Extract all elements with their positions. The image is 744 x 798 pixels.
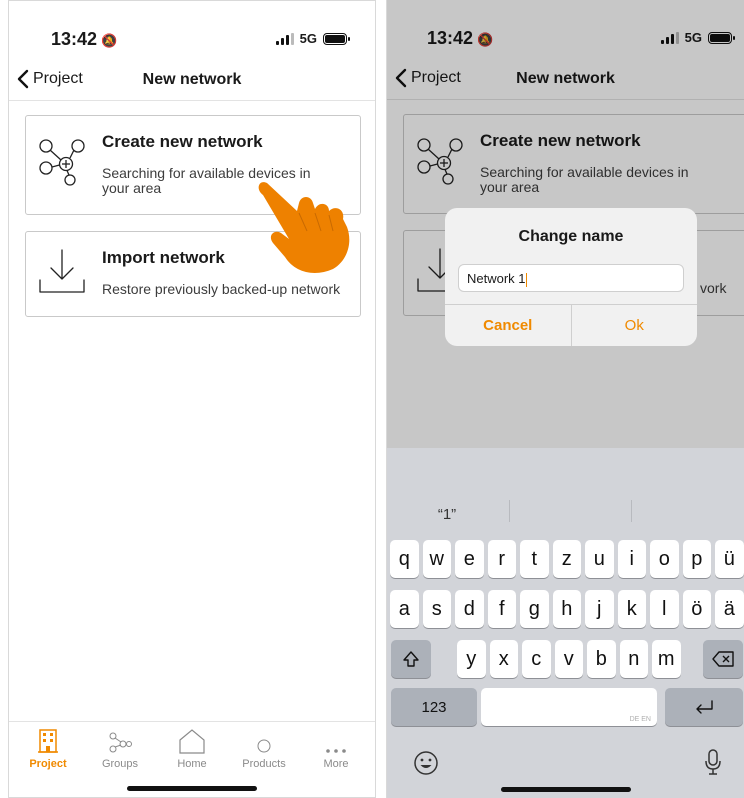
change-name-dialog: Change name Network 1 Cancel Ok [445,208,697,346]
text-caret [525,272,527,287]
return-key[interactable] [665,688,743,726]
circle-icon [257,739,271,753]
tab-project-label: Project [29,758,67,770]
tab-more-label: More [323,758,349,770]
silent-bell-icon: 🔕 [101,33,118,48]
key-v[interactable]: v [554,640,583,678]
key-q[interactable]: q [390,540,419,578]
suggestion-divider [509,500,510,522]
key-n[interactable]: n [619,640,648,678]
import-network-subtitle: Restore previously backed-up network [102,281,341,297]
suggestion-item[interactable]: “1” [387,506,507,523]
shift-key[interactable] [391,640,431,678]
phone-screen-new-network: 13:42 🔕 5G Project New network Create ne… [8,0,376,798]
key-k[interactable]: k [617,590,646,628]
emoji-icon [414,751,438,775]
key-t[interactable]: t [520,540,549,578]
key-p[interactable]: p [682,540,711,578]
key-ä[interactable]: ä [715,590,744,628]
key-ö[interactable]: ö [682,590,711,628]
key-i[interactable]: i [617,540,646,578]
tab-products-label: Products [242,758,286,770]
more-icon [326,749,346,753]
onscreen-keyboard: “1” qwertzuiopü asdfghjklöä yxcvbnm 123 … [387,448,744,798]
key-r[interactable]: r [487,540,516,578]
return-icon [696,700,713,714]
signal-icon [275,32,294,45]
key-o[interactable]: o [650,540,679,578]
key-f[interactable]: f [487,590,516,628]
page-title: New network [142,71,242,88]
tab-project[interactable]: Project [13,726,83,770]
download-tray-icon [39,249,85,293]
cancel-button[interactable]: Cancel [445,305,572,346]
key-e[interactable]: e [455,540,484,578]
key-z[interactable]: z [552,540,581,578]
backspace-icon [712,651,734,667]
suggestion-bar: “1” [387,448,744,523]
key-s[interactable]: s [422,590,451,628]
key-l[interactable]: l [650,590,679,628]
dialog-buttons: Cancel Ok [445,304,697,346]
key-x[interactable]: x [489,640,518,678]
key-h[interactable]: h [552,590,581,628]
tab-home[interactable]: Home [157,726,227,770]
phone-screen-rename-dialog: 13:42 🔕 5G Project New network Create ne… [386,0,744,798]
network-name-value: Network 1 [467,271,526,286]
tap-hand-icon [258,182,350,273]
emoji-button[interactable] [413,750,439,781]
dictation-button[interactable] [703,748,723,781]
key-y[interactable]: y [457,640,486,678]
key-ü[interactable]: ü [715,540,744,578]
groups-icon [109,732,132,753]
microphone-icon [705,749,721,775]
tab-home-label: Home [177,758,207,770]
home-indicator [127,786,257,791]
language-hint: DE EN [629,716,651,723]
tab-groups-label: Groups [101,758,139,770]
backspace-key[interactable] [703,640,743,678]
battery-icon [323,32,350,45]
screenshot-stage: 13:42 🔕 5G Project New network Create ne… [0,0,744,798]
key-g[interactable]: g [520,590,549,628]
create-network-title: Create new network [102,132,263,151]
network-add-icon [39,139,85,186]
network-name-input[interactable]: Network 1 [458,264,684,292]
numbers-key[interactable]: 123 [391,688,477,726]
ok-button[interactable]: Ok [572,305,698,346]
key-b[interactable]: b [587,640,616,678]
shift-icon [403,651,419,667]
key-a[interactable]: a [390,590,419,628]
tab-groups[interactable]: Groups [85,726,155,770]
network-type: 5G [299,31,317,46]
navigation-bar: Project New network [9,63,375,101]
tab-more[interactable]: More [301,726,371,770]
key-c[interactable]: c [522,640,551,678]
key-d[interactable]: d [455,590,484,628]
key-j[interactable]: j [585,590,614,628]
home-icon [179,729,205,754]
tab-bar: Project Groups Home Products More [9,721,375,797]
key-u[interactable]: u [585,540,614,578]
status-indicators: 5G [275,31,350,46]
space-key[interactable]: DE EN [481,688,657,726]
building-icon [38,729,58,753]
status-bar: 13:42 🔕 5G [9,1,375,63]
home-indicator-right [500,787,631,792]
dialog-title: Change name [518,228,624,245]
key-m[interactable]: m [652,640,681,678]
status-time: 13:42 🔕 [51,29,118,49]
suggestion-divider [631,500,632,522]
key-w[interactable]: w [422,540,451,578]
import-network-title: Import network [102,248,225,267]
tab-products[interactable]: Products [229,726,299,770]
